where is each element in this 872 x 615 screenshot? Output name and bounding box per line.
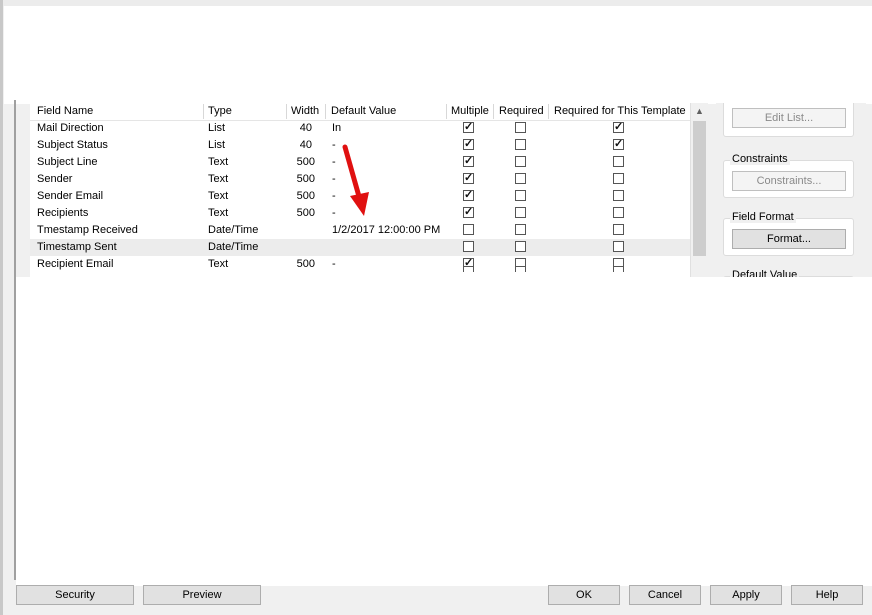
type-cell: List: [208, 139, 226, 151]
col-divider[interactable]: [286, 104, 287, 119]
template-checkbox[interactable]: [613, 224, 624, 235]
col-required-template[interactable]: Required for This Template: [554, 105, 686, 117]
field-name-cell: Mail Direction: [37, 122, 104, 134]
security-button[interactable]: Security: [16, 585, 134, 605]
preview-button[interactable]: Preview: [143, 585, 261, 605]
list-group: Edit List...: [723, 103, 854, 137]
template-checkbox[interactable]: [613, 173, 624, 184]
field-name-cell: Timestamp Sent: [37, 241, 117, 253]
multiple-checkbox[interactable]: ✓: [463, 173, 474, 184]
width-cell: 500: [296, 258, 315, 270]
type-cell: Date/Time: [208, 241, 259, 253]
multiple-checkbox[interactable]: ✓: [463, 190, 474, 201]
width-cell: 500: [296, 190, 315, 202]
width-cell: 500: [296, 173, 315, 185]
constraints-group: Constraints Constraints...: [723, 153, 854, 198]
field-name-cell: Tmestamp Received: [37, 224, 138, 236]
col-divider[interactable]: [446, 104, 447, 119]
required-checkbox[interactable]: [515, 190, 526, 201]
required-checkbox[interactable]: [515, 173, 526, 184]
default-value-cell[interactable]: 1/2/2017 12:00:00 PM: [332, 224, 440, 236]
arrow-shaft: [342, 144, 363, 203]
cancel-button[interactable]: Cancel: [629, 585, 701, 605]
multiple-checkbox[interactable]: [463, 241, 474, 252]
scrollbar-thumb[interactable]: [693, 121, 706, 256]
multiple-checkbox[interactable]: [463, 224, 474, 235]
multiple-checkbox[interactable]: ✓: [463, 139, 474, 150]
help-button[interactable]: Help: [791, 585, 863, 605]
field-format-legend: Field Format: [730, 211, 796, 223]
required-checkbox[interactable]: [515, 207, 526, 218]
ok-button[interactable]: OK: [548, 585, 620, 605]
type-cell: Text: [208, 207, 229, 219]
width-cell: 500: [296, 207, 315, 219]
required-checkbox[interactable]: [515, 241, 526, 252]
required-checkbox[interactable]: [515, 156, 526, 167]
default-value-legend: Default Value: [730, 269, 800, 277]
template-checkbox[interactable]: ✓: [613, 139, 624, 150]
format-button[interactable]: Format...: [732, 229, 846, 249]
field-name-cell: Sender: [37, 173, 73, 185]
field-name-cell: Recipients: [37, 207, 89, 219]
type-cell: List: [208, 122, 226, 134]
width-cell: 500: [296, 156, 315, 168]
required-checkbox[interactable]: [515, 266, 526, 272]
edit-list-button[interactable]: Edit List...: [732, 108, 846, 128]
template-checkbox[interactable]: ✓: [613, 122, 624, 133]
type-cell: Text: [208, 258, 229, 270]
col-divider[interactable]: [548, 104, 549, 119]
constraints-legend: Constraints: [730, 153, 790, 165]
width-cell: 40: [299, 122, 312, 134]
multiple-checkbox[interactable]: [463, 266, 474, 272]
template-checkbox[interactable]: [613, 207, 624, 218]
multiple-checkbox[interactable]: ✓: [463, 122, 474, 133]
type-cell: Date/Time: [208, 224, 259, 236]
template-checkbox[interactable]: [613, 266, 624, 272]
col-type[interactable]: Type: [208, 105, 232, 117]
default-value-cell[interactable]: -: [332, 258, 336, 270]
table-row[interactable]: Recipient Email Text 500 - ✓: [30, 256, 690, 273]
red-arrow-annotation: [342, 144, 369, 216]
default-value-group: Default Value: [723, 269, 854, 277]
multiple-checkbox[interactable]: ✓: [463, 156, 474, 167]
table-row[interactable]: Mail Direction List 40 In ✓ ✓: [30, 120, 690, 137]
apply-button[interactable]: Apply: [710, 585, 782, 605]
template-checkbox[interactable]: [613, 156, 624, 167]
col-divider[interactable]: [325, 104, 326, 119]
required-checkbox[interactable]: [515, 139, 526, 150]
col-required[interactable]: Required: [499, 105, 544, 117]
arrow-head: [350, 192, 369, 216]
required-checkbox[interactable]: [515, 122, 526, 133]
table-row[interactable]: Timestamp Sent Date/Time: [30, 239, 690, 256]
grid-vertical-scrollbar[interactable]: ▲: [690, 103, 708, 277]
width-cell: 40: [299, 139, 312, 151]
multiple-checkbox[interactable]: ✓: [463, 207, 474, 218]
type-cell: Text: [208, 156, 229, 168]
field-name-cell: Recipient Email: [37, 258, 114, 270]
col-divider[interactable]: [203, 104, 204, 119]
col-multiple[interactable]: Multiple: [451, 105, 489, 117]
window-left-edge: [0, 0, 3, 615]
default-value-cell[interactable]: In: [332, 122, 341, 134]
col-divider[interactable]: [493, 104, 494, 119]
type-cell: Text: [208, 190, 229, 202]
template-checkbox[interactable]: [613, 241, 624, 252]
lower-blank-area: [16, 277, 872, 586]
field-properties-panel: Edit List... Constraints Constraints... …: [716, 103, 866, 277]
constraints-button[interactable]: Constraints...: [732, 171, 846, 191]
col-default-value[interactable]: Default Value: [331, 105, 396, 117]
field-name-cell: Sender Email: [37, 190, 104, 202]
col-width[interactable]: Width: [291, 105, 319, 117]
required-checkbox[interactable]: [515, 224, 526, 235]
table-row[interactable]: Tmestamp Received Date/Time 1/2/2017 12:…: [30, 222, 690, 239]
grid-header: Field Name Type Width Default Value Mult…: [30, 103, 690, 121]
upper-blank-area: [4, 6, 872, 104]
scroll-up-icon[interactable]: ▲: [691, 103, 708, 120]
col-field-name[interactable]: Field Name: [37, 105, 93, 117]
field-name-cell: Subject Line: [37, 156, 98, 168]
template-checkbox[interactable]: [613, 190, 624, 201]
field-format-group: Field Format Format...: [723, 211, 854, 256]
type-cell: Text: [208, 173, 229, 185]
field-name-cell: Subject Status: [37, 139, 108, 151]
